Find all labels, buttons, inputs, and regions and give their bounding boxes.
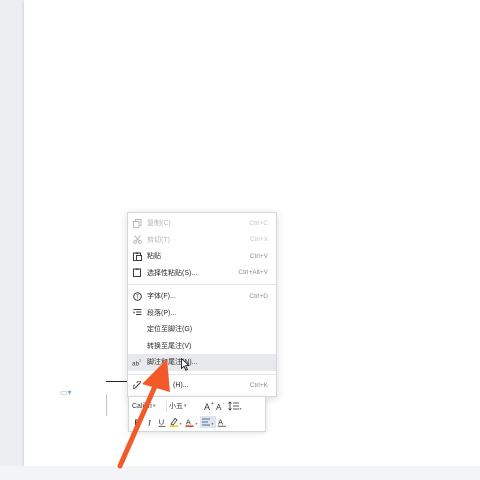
bold-icon: B	[135, 418, 141, 428]
line-spacing-icon: ▾	[228, 401, 242, 411]
align-left-icon: ▾	[202, 418, 214, 426]
chevron-down-icon: ▾	[184, 403, 187, 409]
font-name-value: Calibri	[132, 402, 152, 410]
svg-text:A: A	[204, 402, 210, 411]
font-name-select[interactable]: Calibri ▾	[132, 400, 167, 412]
footnote-icon: ab 1	[132, 357, 142, 367]
menu-item-shortcut: Ctrl+X	[249, 236, 268, 244]
svg-text:▾: ▾	[240, 406, 242, 411]
menu-item-shortcut: Ctrl+Alt+V	[238, 269, 268, 277]
underline-button[interactable]: U	[156, 416, 168, 428]
shrink-font-icon: A-	[216, 401, 225, 411]
menu-item-label: 脚注和尾注(N)...	[147, 359, 198, 367]
highlighter-icon: ▾	[169, 417, 182, 427]
clear-format-icon: A	[217, 418, 226, 427]
menu-item-font[interactable]: T 字体(F)... Ctrl+D	[128, 288, 276, 305]
svg-text:A: A	[216, 403, 222, 411]
font-icon: T	[132, 291, 142, 301]
chevron-down-icon: ▾	[152, 403, 156, 409]
menu-item-label: 定位至脚注(G)	[147, 326, 193, 334]
menu-item-label: 段落(P)...	[147, 309, 177, 317]
menu-item-shortcut: Ctrl+D	[249, 292, 268, 300]
mini-format-toolbar: Calibri ▾ 小五 ▾ A + A- ▾ B I U ▾ A ▾ ▾ A	[128, 396, 266, 432]
menu-item-shortcut: Ctrl+K	[249, 382, 268, 390]
shrink-font-button[interactable]: A-	[215, 400, 227, 412]
svg-text:▾: ▾	[180, 421, 182, 426]
italic-icon: I	[147, 418, 152, 428]
italic-button[interactable]: I	[144, 416, 156, 428]
svg-text:I: I	[147, 418, 152, 428]
font-color-button[interactable]: A ▾	[184, 416, 200, 428]
menu-item-label: (H)...	[173, 382, 189, 390]
menu-item-cut[interactable]: 剪切(T) Ctrl+X	[128, 232, 276, 249]
hyperlink-icon	[132, 381, 142, 391]
align-button[interactable]: ▾	[200, 416, 216, 428]
menu-item-paragraph[interactable]: 段落(P)...	[128, 305, 276, 322]
font-size-select[interactable]: 小五 ▾	[169, 400, 203, 412]
selected-text-underline	[106, 381, 128, 382]
svg-text:B: B	[135, 418, 141, 428]
highlight-button[interactable]: ▾	[168, 416, 184, 428]
menu-item-copy[interactable]: 复制(C) Ctrl+C	[128, 215, 276, 232]
menu-item-label: 粘贴	[147, 253, 161, 261]
menu-item-label: 字体(F)...	[147, 293, 176, 301]
line-spacing-button[interactable]: ▾	[227, 400, 243, 412]
svg-text:A: A	[186, 418, 191, 427]
menu-separator	[128, 373, 276, 375]
font-color-icon: A ▾	[185, 418, 198, 427]
svg-text:A: A	[218, 418, 223, 427]
grow-font-icon: A +	[204, 401, 214, 411]
svg-text:▾: ▾	[212, 421, 214, 426]
blank-icon	[132, 341, 142, 351]
menu-item-convert-endnote[interactable]: 转换至尾注(V)	[128, 338, 276, 355]
menu-item-paste[interactable]: 粘贴 Ctrl+V	[128, 248, 276, 265]
text-cursor	[106, 394, 107, 416]
grow-font-button[interactable]: A +	[203, 400, 215, 412]
scissors-icon	[132, 235, 142, 245]
svg-text:▾: ▾	[196, 421, 198, 426]
svg-text:U: U	[159, 418, 164, 427]
svg-text:-: -	[223, 401, 225, 407]
menu-item-footnote-endnote[interactable]: ab 1 脚注和尾注(N)...	[128, 354, 276, 371]
paragraph-icon	[132, 308, 142, 318]
bold-button[interactable]: B	[132, 416, 144, 428]
menu-item-label: 转换至尾注(V)	[147, 342, 192, 350]
mouse-pointer-icon	[181, 358, 190, 371]
svg-text:1: 1	[139, 358, 142, 363]
menu-item-shortcut: Ctrl+C	[249, 219, 268, 227]
menu-item-hyperlink[interactable]: (H)... Ctrl+K	[128, 378, 276, 395]
underline-icon: U	[158, 418, 166, 427]
paste-icon	[132, 251, 142, 261]
menu-item-paste-special[interactable]: 选择性粘贴(S)... Ctrl+Alt+V	[128, 265, 276, 282]
clear-format-button[interactable]: A	[216, 416, 228, 428]
context-menu: 复制(C) Ctrl+C 剪切(T) Ctrl+X 粘贴 Ctrl+V 选择性粘…	[127, 212, 277, 397]
menu-item-label: 复制(C)	[147, 220, 171, 228]
menu-separator	[128, 284, 276, 285]
paste-special-icon	[132, 268, 142, 278]
copy-icon	[132, 218, 142, 228]
menu-item-shortcut: Ctrl+V	[249, 252, 268, 260]
svg-text:+: +	[211, 401, 214, 407]
menu-item-label: 剪切(T)	[147, 236, 170, 244]
blank-icon	[132, 324, 142, 334]
menu-item-goto-footnote[interactable]: 定位至脚注(G)	[128, 321, 276, 338]
menu-item-label: 选择性粘贴(S)...	[147, 269, 198, 277]
paragraph-handle-icon[interactable]: ▭▾	[60, 388, 72, 397]
font-size-value: 小五	[169, 403, 183, 410]
status-area	[0, 466, 480, 480]
